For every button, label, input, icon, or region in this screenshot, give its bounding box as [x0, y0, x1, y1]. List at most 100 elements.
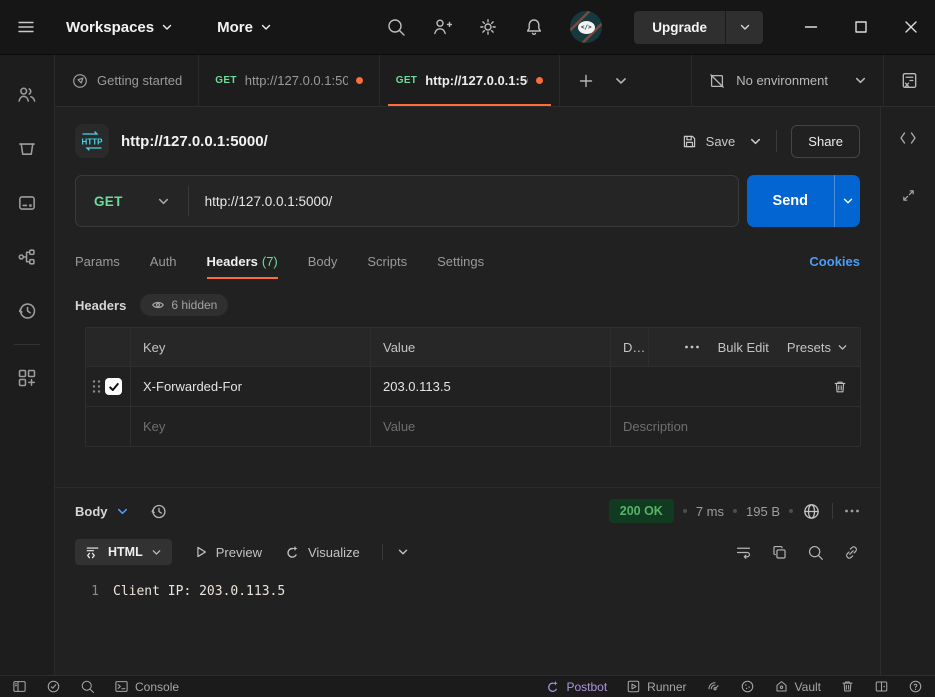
- wrap-text-icon[interactable]: [735, 544, 752, 561]
- vault-icon: [774, 679, 789, 694]
- save-button[interactable]: Save: [681, 133, 736, 150]
- tab-params[interactable]: Params: [75, 243, 120, 279]
- tab-scripts[interactable]: Scripts: [367, 243, 407, 279]
- send-button[interactable]: Send: [747, 175, 834, 227]
- tab-request-3-active[interactable]: GET http://127.0.0.1:50: [380, 55, 560, 106]
- response-more-options-icon[interactable]: [844, 508, 860, 514]
- find-icon[interactable]: [80, 679, 95, 694]
- user-avatar[interactable]: </>: [570, 11, 602, 43]
- format-more-chevron[interactable]: [397, 546, 409, 558]
- link-icon[interactable]: [843, 544, 860, 561]
- header-key-cell[interactable]: X-Forwarded-For: [131, 367, 371, 406]
- method-selector[interactable]: GET: [76, 194, 188, 209]
- cookies-icon[interactable]: [740, 679, 755, 694]
- response-size[interactable]: 195 B: [746, 504, 780, 519]
- search-icon[interactable]: [386, 17, 406, 37]
- checkmark-circle-icon[interactable]: [46, 679, 61, 694]
- minimize-button[interactable]: [803, 19, 819, 35]
- presets-dropdown[interactable]: Presets: [787, 340, 848, 355]
- visualize-button[interactable]: Visualize: [284, 544, 360, 560]
- chevron-down-icon: [116, 505, 129, 518]
- tab-headers-label: Headers: [207, 254, 258, 269]
- close-button[interactable]: [903, 19, 919, 35]
- sidebar-flows-icon[interactable]: [0, 230, 54, 284]
- dot-separator: [789, 509, 793, 513]
- tab-request-2[interactable]: GET http://127.0.0.1:50: [199, 55, 379, 106]
- tab-auth[interactable]: Auth: [150, 243, 177, 279]
- tab-settings[interactable]: Settings: [437, 243, 484, 279]
- sidebar-collections-icon[interactable]: [0, 122, 54, 176]
- header-value-cell[interactable]: 203.0.113.5: [371, 367, 611, 406]
- unsaved-dot: [536, 77, 543, 84]
- response-body-dropdown[interactable]: Body: [75, 504, 129, 519]
- response-time[interactable]: 7 ms: [696, 504, 724, 519]
- workspaces-menu[interactable]: Workspaces: [66, 19, 173, 36]
- help-icon[interactable]: [908, 679, 923, 694]
- more-options-icon[interactable]: [684, 344, 700, 350]
- new-tab-button[interactable]: [578, 73, 594, 89]
- split-pane-icon[interactable]: [874, 679, 889, 694]
- response-format-dropdown[interactable]: HTML: [75, 539, 172, 565]
- response-body-editor[interactable]: 1 Client IP: 203.0.113.5: [55, 570, 880, 675]
- network-globe-icon[interactable]: [802, 502, 821, 521]
- bulk-edit-button[interactable]: Bulk Edit: [718, 340, 769, 355]
- more-menu[interactable]: More: [217, 19, 272, 36]
- description-placeholder[interactable]: Description: [611, 407, 860, 446]
- send-chevron-button[interactable]: [834, 175, 860, 227]
- value-placeholder[interactable]: Value: [371, 407, 611, 446]
- notifications-bell-icon[interactable]: [524, 17, 544, 37]
- column-header-value: Value: [371, 328, 611, 366]
- trash-icon[interactable]: [840, 679, 855, 694]
- tab-headers[interactable]: Headers (7): [207, 243, 278, 279]
- search-response-icon[interactable]: [807, 544, 824, 561]
- tab-list-chevron[interactable]: [614, 74, 628, 88]
- postbot-sparkle-icon: [545, 679, 560, 694]
- capture-requests-icon[interactable]: [706, 679, 721, 694]
- status-badge[interactable]: 200 OK: [609, 499, 674, 523]
- preview-label: Preview: [216, 545, 262, 560]
- url-input[interactable]: http://127.0.0.1:5000/: [189, 194, 349, 209]
- environment-quick-look-button[interactable]: [883, 55, 935, 106]
- tab-getting-started[interactable]: Getting started: [55, 55, 199, 106]
- chevron-down-icon: [842, 195, 854, 207]
- empty-header-row: Key Value Description: [86, 406, 860, 446]
- save-chevron-button[interactable]: [749, 135, 762, 148]
- headers-table: Key Value D… Bulk Edit Presets: [85, 327, 861, 447]
- sidebar-workspace-people-icon[interactable]: [0, 68, 54, 122]
- runner-button[interactable]: Runner: [626, 679, 686, 694]
- line-number: 1: [55, 584, 113, 675]
- console-button[interactable]: Console: [114, 679, 179, 694]
- format-label: HTML: [108, 545, 143, 559]
- vault-label: Vault: [795, 680, 821, 694]
- row-checkbox-checked[interactable]: [105, 378, 122, 395]
- share-button[interactable]: Share: [791, 125, 860, 158]
- code-snippet-icon[interactable]: [898, 129, 918, 147]
- tab-headers-count: (7): [262, 254, 278, 269]
- vault-button[interactable]: Vault: [774, 679, 821, 694]
- response-body-label: Body: [75, 504, 108, 519]
- tab-body[interactable]: Body: [308, 243, 338, 279]
- environment-selector[interactable]: No environment: [692, 72, 883, 90]
- drag-handle-icon[interactable]: [92, 379, 101, 394]
- sidebar-new-block-icon[interactable]: [0, 351, 54, 405]
- console-icon: [114, 679, 129, 694]
- copy-icon[interactable]: [771, 544, 788, 561]
- settings-gear-icon[interactable]: [478, 17, 498, 37]
- preview-button[interactable]: Preview: [194, 545, 262, 560]
- upgrade-button[interactable]: Upgrade: [634, 11, 725, 44]
- response-history-icon[interactable]: [149, 502, 168, 521]
- delete-row-trash-icon[interactable]: [832, 379, 848, 395]
- hidden-headers-toggle[interactable]: 6 hidden: [140, 294, 228, 316]
- resize-panes-icon[interactable]: [900, 187, 917, 204]
- cookies-link[interactable]: Cookies: [809, 254, 860, 269]
- sidebar-toggle-icon[interactable]: [12, 679, 27, 694]
- maximize-button[interactable]: [853, 19, 869, 35]
- hamburger-menu-icon[interactable]: [16, 17, 36, 37]
- key-placeholder[interactable]: Key: [131, 407, 371, 446]
- upgrade-chevron-button[interactable]: [725, 11, 763, 44]
- invite-user-icon[interactable]: [432, 17, 452, 37]
- sidebar-mock-servers-icon[interactable]: [0, 176, 54, 230]
- sidebar-history-icon[interactable]: [0, 284, 54, 338]
- runner-label: Runner: [647, 680, 686, 694]
- postbot-button[interactable]: Postbot: [545, 679, 607, 694]
